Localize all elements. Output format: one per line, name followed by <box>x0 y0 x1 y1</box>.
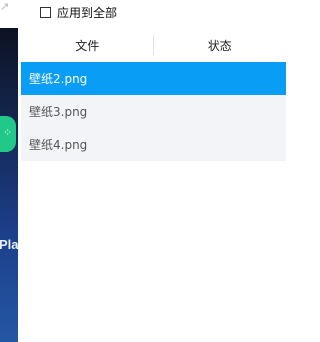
dialog: ↗ ⁘ Pla 应用到全部 文件 状态 壁纸2.png 壁纸3.png 壁纸4.… <box>0 0 286 342</box>
file-table: 文件 状态 壁纸2.png 壁纸3.png 壁纸4.png <box>21 29 286 161</box>
background-partial-text: Pla <box>0 237 18 252</box>
table-row[interactable]: 壁纸3.png <box>21 95 286 128</box>
table-header: 文件 状态 <box>21 29 286 62</box>
table-row[interactable]: 壁纸2.png <box>21 62 286 95</box>
file-name: 壁纸4.png <box>29 138 88 152</box>
app-icon: ⁘ <box>3 126 13 139</box>
file-name: 壁纸3.png <box>29 105 88 119</box>
table-row[interactable]: 壁纸4.png <box>21 128 286 161</box>
apply-all-label: 应用到全部 <box>57 5 118 20</box>
arrow-icon: ↗ <box>0 0 10 13</box>
file-name: 壁纸2.png <box>29 72 88 86</box>
apply-all-option[interactable]: 应用到全部 <box>40 3 117 21</box>
apply-all-checkbox[interactable] <box>40 6 51 18</box>
column-header-status[interactable]: 状态 <box>154 29 287 62</box>
background-window-sliver: ⁘ Pla <box>0 28 18 342</box>
column-header-file[interactable]: 文件 <box>21 29 154 62</box>
